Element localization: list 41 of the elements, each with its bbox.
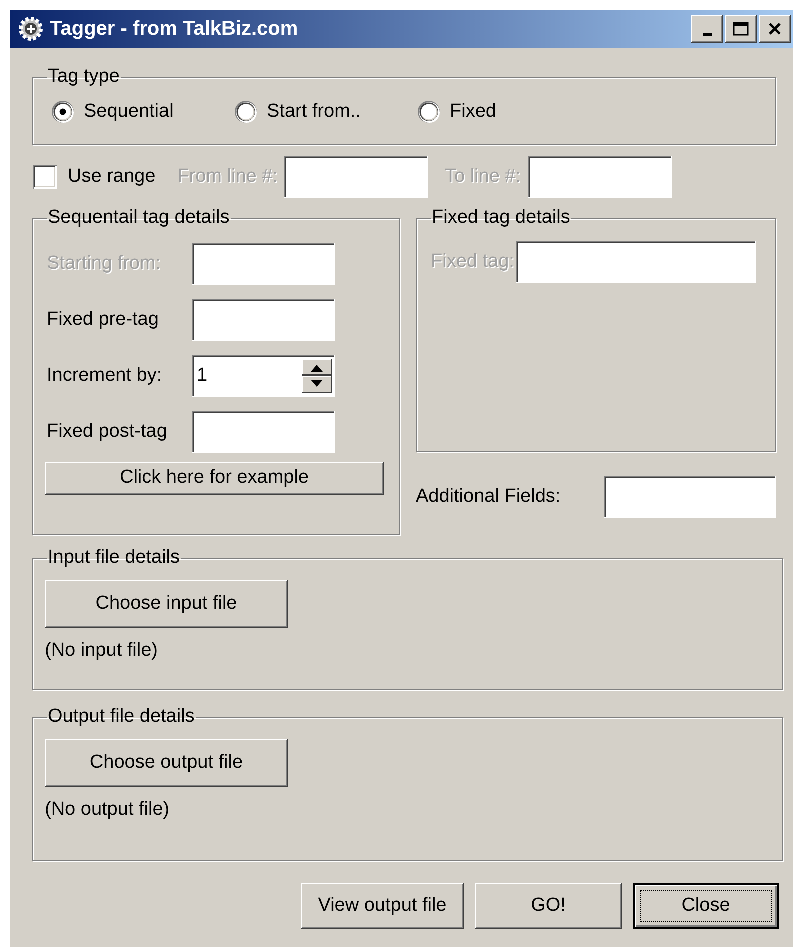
maximize-button[interactable] — [725, 15, 757, 43]
close-icon — [767, 22, 783, 36]
gear-icon — [18, 16, 44, 42]
close-button[interactable] — [759, 15, 791, 43]
file-status: (No output file) — [45, 799, 171, 821]
text-field[interactable] — [284, 156, 428, 198]
dialog-button[interactable]: GO! — [475, 883, 622, 929]
radio-label[interactable]: Sequential — [84, 101, 174, 123]
group-label: Tag type — [47, 66, 121, 88]
field-label: Additional Fields: — [416, 486, 562, 508]
spinner-button[interactable] — [302, 359, 332, 393]
choose-output-file-button[interactable]: Choose output file — [45, 739, 288, 787]
group-label: Output file details — [47, 706, 196, 728]
group-label: Input file details — [47, 547, 182, 569]
radio-button[interactable] — [51, 100, 75, 124]
group-label: Sequentail tag details — [47, 207, 231, 229]
minimize-button[interactable] — [691, 15, 723, 43]
radio-label[interactable]: Fixed — [450, 101, 496, 123]
example-button[interactable]: Click here for example — [45, 462, 384, 494]
field-label: Fixed post-tag — [47, 421, 168, 443]
text-field[interactable] — [528, 156, 672, 198]
choose-input-file-button[interactable]: Choose input file — [45, 580, 288, 628]
number-value: 1 — [197, 365, 208, 387]
field-label: Fixed pre-tag — [47, 309, 160, 331]
field-label: Increment by: — [47, 365, 164, 387]
text-field[interactable] — [192, 299, 335, 341]
window-title: Tagger - from TalkBiz.com — [50, 18, 300, 40]
dialog-button[interactable]: Close — [633, 883, 779, 929]
text-field[interactable] — [192, 411, 335, 453]
radio-button[interactable] — [234, 100, 258, 124]
text-field[interactable] — [192, 243, 335, 285]
dialog-button[interactable]: View output file — [301, 883, 464, 929]
radio-button[interactable] — [417, 100, 441, 124]
radio-label[interactable]: Start from.. — [267, 101, 361, 123]
minimize-icon — [702, 32, 712, 36]
text-field[interactable] — [604, 476, 776, 518]
number-field[interactable]: 1 — [192, 355, 335, 397]
group-label: Fixed tag details — [431, 207, 572, 229]
text-field[interactable] — [516, 241, 756, 283]
maximize-icon — [732, 21, 750, 37]
file-status: (No input file) — [45, 640, 159, 662]
